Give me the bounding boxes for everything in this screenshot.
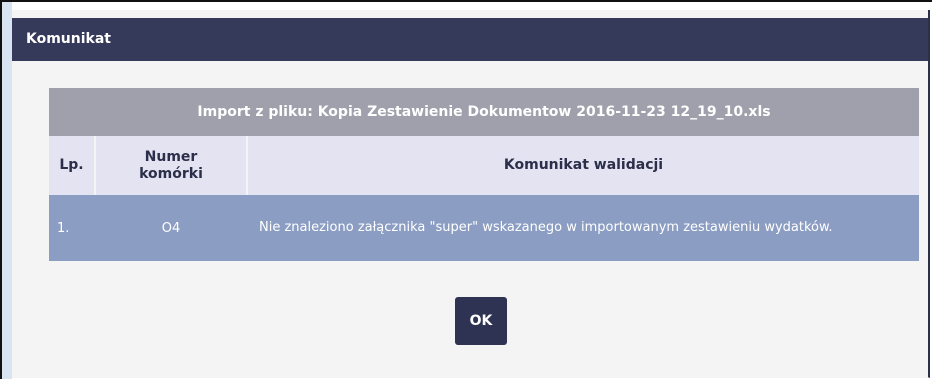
column-header-cell-number-line1: Numer bbox=[144, 148, 198, 165]
column-header-cell-number-line2: komórki bbox=[139, 165, 203, 182]
table-caption: Import z pliku: Kopia Zestawienie Dokume… bbox=[49, 88, 919, 136]
row-cell-number: O4 bbox=[95, 195, 247, 261]
validation-table: Import z pliku: Kopia Zestawienie Dokume… bbox=[49, 88, 919, 261]
row-lp: 1. bbox=[49, 195, 95, 261]
column-header-lp: Lp. bbox=[49, 136, 96, 195]
message-dialog: Komunikat Import z pliku: Kopia Zestawie… bbox=[12, 10, 930, 378]
column-header-cell-number: Numer komórki bbox=[95, 136, 248, 195]
ok-button[interactable]: OK bbox=[455, 297, 507, 345]
column-header-message: Komunikat walidacji bbox=[247, 136, 919, 195]
background-page-edge bbox=[2, 2, 12, 379]
dialog-body: Import z pliku: Kopia Zestawienie Dokume… bbox=[12, 61, 928, 378]
table-row: 1. O4 Nie znaleziono załącznika "super" … bbox=[49, 195, 919, 261]
dialog-title: Komunikat bbox=[12, 18, 928, 61]
row-message: Nie znaleziono załącznika "super" wskaza… bbox=[247, 195, 919, 261]
